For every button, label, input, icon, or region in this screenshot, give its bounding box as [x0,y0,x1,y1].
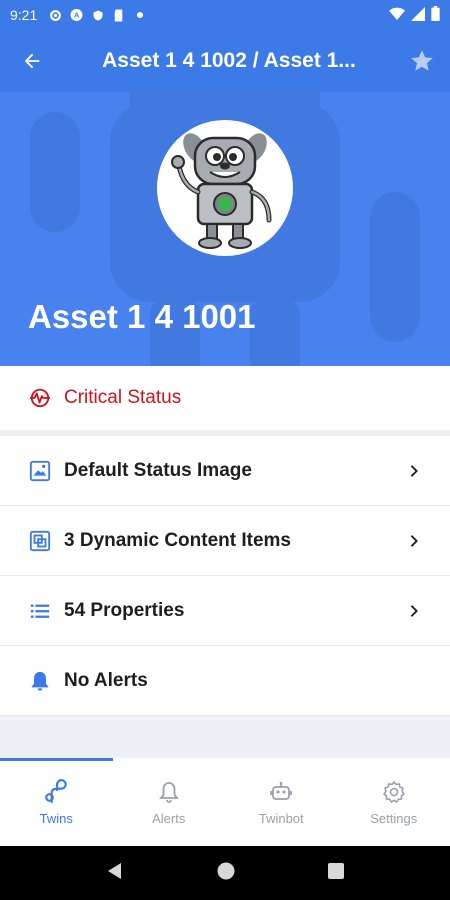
tab-twinbot-label: Twinbot [258,810,304,826]
status-bar: 9:21 A [0,0,450,30]
asset-name: Asset 1 4 1001 [28,298,256,335]
properties-label: 54 Properties [64,599,185,621]
content-spacer [0,716,450,758]
sd-card-icon [112,9,125,22]
alerts-row[interactable]: No Alerts [0,646,450,716]
settings-gear-icon [381,779,407,805]
chevron-right-icon [406,463,422,479]
tab-alerts-label: Alerts [152,810,186,826]
dynamic-content-label: 3 Dynamic Content Items [64,529,291,551]
page-title: Asset 1 4 1002 / Asset 1... [102,49,356,72]
bottom-navigation: Twins Alerts Twinbot Settings [0,758,450,846]
properties-row[interactable]: 54 Properties [0,576,450,646]
asset-header: Asset 1 4 1001 [0,92,450,366]
status-image-row[interactable]: Default Status Image [0,436,450,506]
image-icon [28,459,52,483]
active-tab-indicator [0,758,113,761]
app-bar: Asset 1 4 1002 / Asset 1... [0,30,450,92]
system-navigation-bar [0,846,450,900]
circle-home-icon [217,862,235,879]
twins-icon [43,778,69,805]
back-button[interactable] [0,30,64,92]
system-back-button[interactable] [106,862,124,885]
shield-icon [91,9,104,22]
chevron-right-icon [406,533,422,549]
dot-icon [133,9,146,22]
robot-avatar [157,120,293,256]
triangle-back-icon [108,862,122,879]
tab-alerts[interactable]: Alerts [113,758,226,846]
gear-icon [49,9,62,22]
svg-text:A: A [74,11,80,20]
critical-status-row[interactable]: Critical Status [0,366,450,436]
tab-twinbot[interactable]: Twinbot [225,758,338,846]
tab-settings[interactable]: Settings [338,758,450,846]
arrow-left-icon [24,53,40,69]
system-recents-button[interactable] [327,862,344,884]
bell-outline-icon [156,779,182,805]
tab-twins-label: Twins [39,810,73,826]
signal-icon [411,6,425,24]
status-right-icons [389,6,440,24]
critical-status-label: Critical Status [64,387,182,408]
favorite-button[interactable] [394,30,450,92]
wifi-icon [389,7,405,24]
robot-icon [268,779,294,805]
status-time: 9:21 [10,7,38,23]
asset-detail-list: Critical Status Default Status Image 3 D… [0,366,450,716]
list-icon [28,599,52,623]
heartbeat-icon [28,386,52,410]
chevron-right-icon [406,603,422,619]
tab-settings-label: Settings [370,810,418,826]
battery-icon [431,6,440,24]
star-icon [411,50,433,71]
square-recents-icon [327,862,344,879]
a-icon: A [70,9,83,22]
dynamic-content-row[interactable]: 3 Dynamic Content Items [0,506,450,576]
status-icons: A [49,9,146,22]
bell-icon [28,669,52,693]
layers-icon [28,529,52,553]
system-home-button[interactable] [217,862,235,885]
tab-twins[interactable]: Twins [0,758,113,846]
alerts-label: No Alerts [64,669,148,691]
status-image-label: Default Status Image [64,459,252,481]
